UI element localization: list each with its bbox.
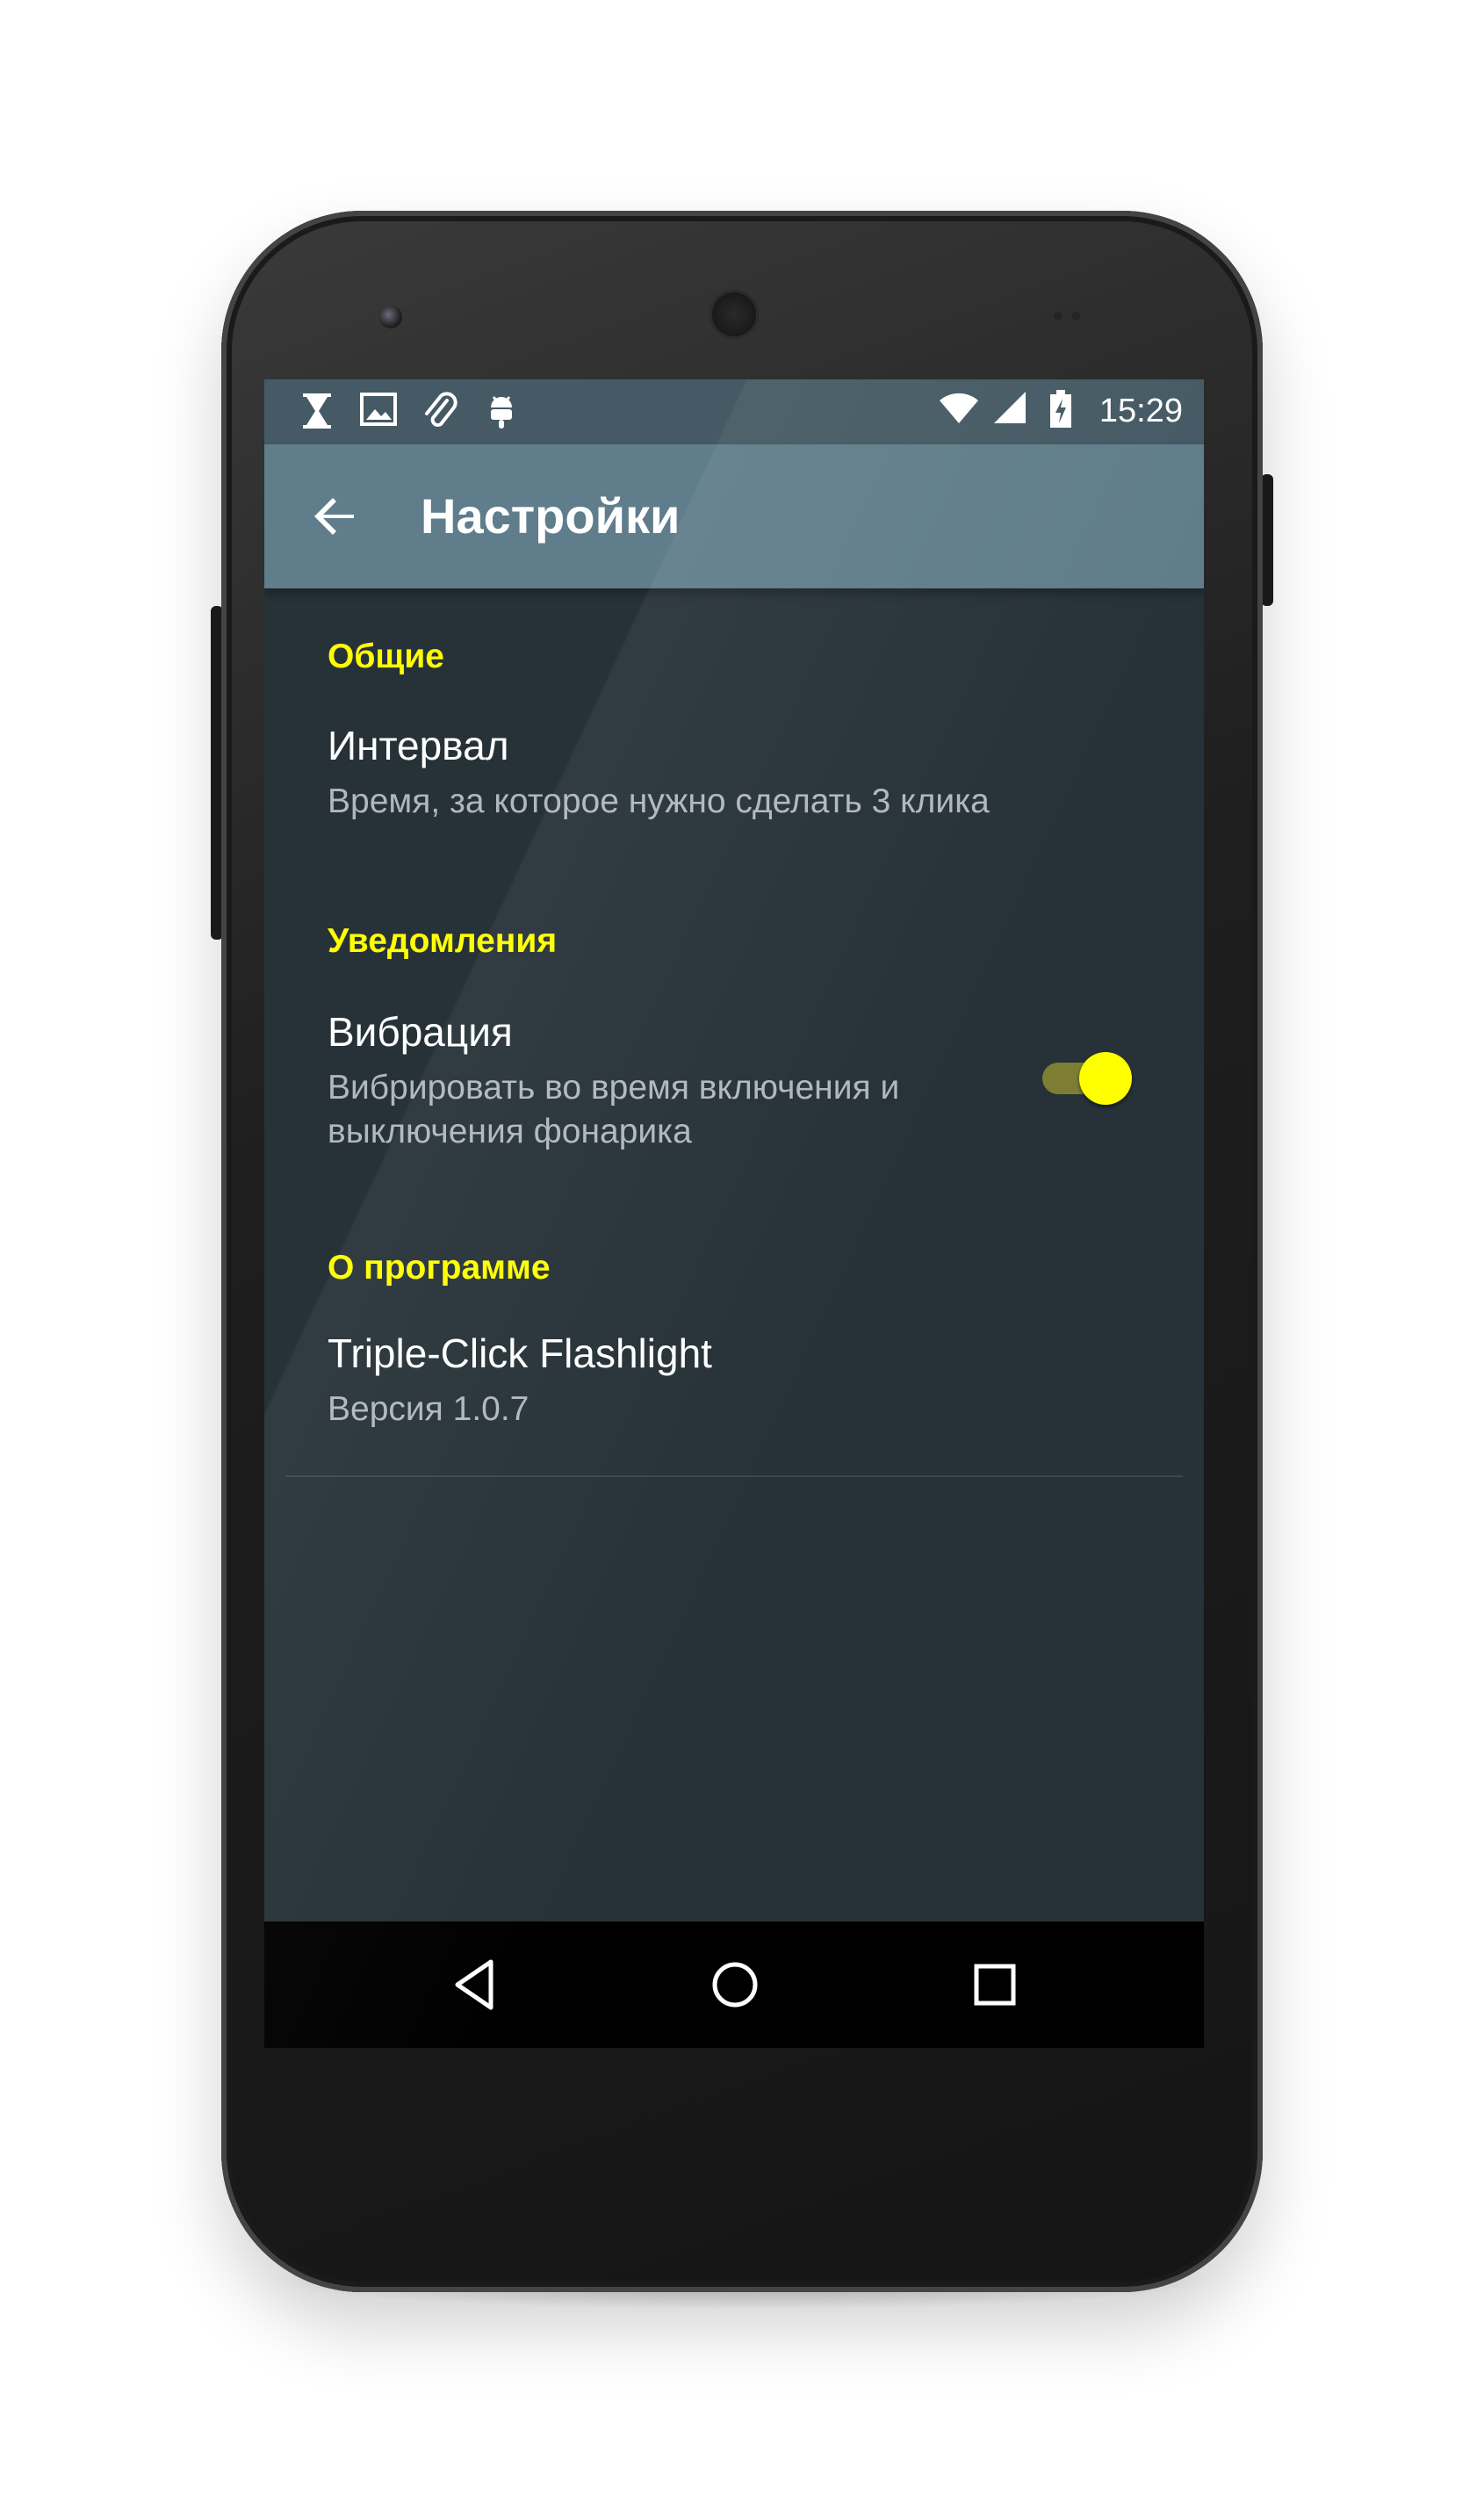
pref-summary: Время, за которое нужно сделать 3 клика xyxy=(328,782,990,820)
front-camera-icon xyxy=(379,306,402,328)
hourglass-icon xyxy=(296,392,338,434)
pref-vibration[interactable]: Вибрация Вибрировать во время включения … xyxy=(264,984,1204,1177)
pref-title: Вибрация xyxy=(328,1009,513,1055)
stage: 15:29 Настройки Общие Интервал Время, за… xyxy=(0,0,1484,2509)
pref-summary: Вибрировать во время включения и выключе… xyxy=(328,1069,900,1150)
cell-signal-icon xyxy=(989,390,1031,432)
screen-glare xyxy=(264,379,1204,2048)
notification-icons xyxy=(296,392,522,434)
pref-summary: Версия 1.0.7 xyxy=(328,1390,529,1428)
nav-bar xyxy=(264,1921,1204,2048)
power-button xyxy=(1261,474,1273,606)
nav-recents-button[interactable] xyxy=(963,1953,1027,2016)
status-time: 15:29 xyxy=(1099,393,1183,429)
section-header-notifications: Уведомления xyxy=(328,922,558,960)
pref-title: Интервал xyxy=(328,723,509,768)
pref-interval[interactable]: Интервал Время, за которое нужно сделать… xyxy=(264,703,1204,852)
section-header-about: О программе xyxy=(328,1249,551,1287)
screen: 15:29 Настройки Общие Интервал Время, за… xyxy=(264,379,1204,2048)
earpiece-speaker xyxy=(710,290,759,339)
app-bar: Настройки xyxy=(264,444,1204,588)
back-triangle-icon xyxy=(455,1959,493,2010)
arrow-left-icon xyxy=(314,498,354,535)
divider xyxy=(285,1475,1183,1477)
recents-square-icon xyxy=(974,1964,1016,2006)
nav-back-button[interactable] xyxy=(445,1953,508,2016)
wifi-icon xyxy=(938,390,980,432)
switch-thumb xyxy=(1079,1052,1132,1105)
image-icon xyxy=(357,392,400,434)
system-icons: 15:29 xyxy=(938,390,1183,432)
back-button[interactable] xyxy=(308,488,364,544)
proximity-sensors xyxy=(1054,307,1089,321)
home-circle-icon xyxy=(712,1962,758,2008)
battery-charging-icon xyxy=(1040,390,1082,432)
page-title: Настройки xyxy=(421,488,681,544)
pref-title: Triple-Click Flashlight xyxy=(328,1330,712,1376)
nav-home-button[interactable] xyxy=(703,1953,767,2016)
android-icon xyxy=(480,392,522,434)
section-header-general: Общие xyxy=(328,638,444,675)
status-bar: 15:29 xyxy=(264,379,1204,444)
pref-app-version[interactable]: Triple-Click Flashlight Версия 1.0.7 xyxy=(264,1309,1204,1458)
paperclip-icon xyxy=(419,392,461,434)
vibration-switch[interactable] xyxy=(1042,1049,1132,1105)
